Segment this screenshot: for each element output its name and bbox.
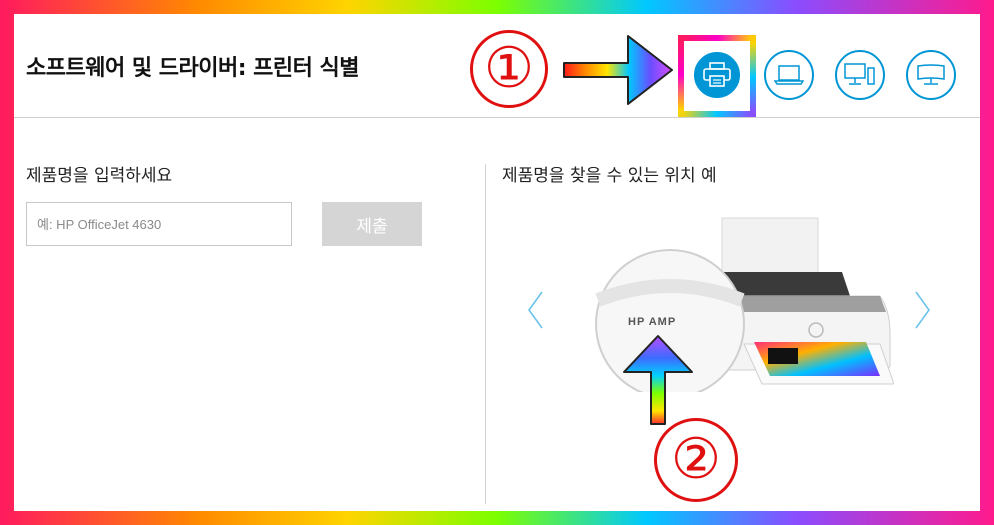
printer-icon: [703, 62, 731, 87]
step-1-annotation: ①: [470, 30, 548, 108]
device-option-desktop[interactable]: [835, 50, 885, 100]
chevron-right-icon[interactable]: [912, 290, 932, 330]
device-option-laptop[interactable]: [764, 50, 814, 100]
monitor-icon: [917, 64, 945, 85]
laptop-icon: [774, 65, 804, 85]
rainbow-arrow-up-icon: [623, 335, 693, 425]
desktop-icon: [844, 63, 875, 85]
product-name-label: 제품명을 입력하세요: [26, 166, 173, 186]
device-option-monitor[interactable]: [906, 50, 956, 100]
zoom-product-label: HP AMP: [628, 316, 677, 328]
product-name-input[interactable]: [26, 202, 292, 246]
example-location-label: 제품명을 찾을 수 있는 위치 예: [502, 166, 717, 186]
page-title: 소프트웨어 및 드라이버: 프린터 식별: [26, 56, 360, 81]
rainbow-arrow-right-icon: [563, 35, 673, 105]
main-frame: 소프트웨어 및 드라이버: 프린터 식별 ① 제품명을 입력하세요 예: HP …: [14, 14, 980, 511]
submit-button[interactable]: 제출: [322, 202, 422, 246]
chevron-left-icon[interactable]: [526, 290, 546, 330]
step-2-annotation: ②: [654, 418, 738, 502]
column-divider: [485, 164, 486, 504]
device-option-printer[interactable]: [692, 50, 742, 100]
header: 소프트웨어 및 드라이버: 프린터 식별 ①: [14, 14, 980, 118]
